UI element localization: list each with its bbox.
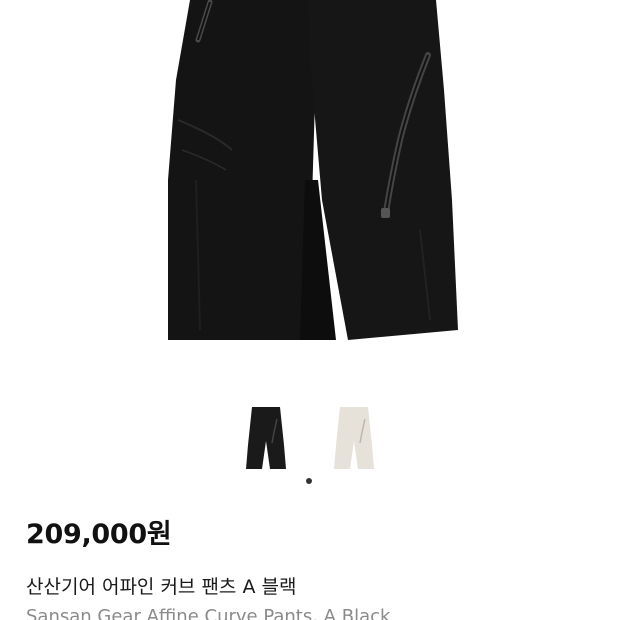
- thumbnail-ivory-image: [334, 407, 374, 469]
- indicator-dot-active[interactable]: [306, 478, 312, 484]
- product-detail-page: 209,000원 산산기어 어파인 커브 팬츠 A 블랙 Sansan Gear…: [0, 0, 620, 620]
- thumbnail-black[interactable]: [242, 405, 290, 471]
- thumbnail-ivory[interactable]: [330, 405, 378, 471]
- product-main-image[interactable]: [0, 0, 620, 380]
- thumbnail-black-image: [246, 407, 286, 469]
- product-price: 209,000원: [26, 519, 172, 550]
- thumbnail-list: [0, 405, 620, 471]
- gallery-indicator: [0, 478, 620, 486]
- product-name-english: Sansan Gear Affine Curve Pants, A Black: [26, 606, 391, 620]
- product-name-korean: 산산기어 어파인 커브 팬츠 A 블랙: [26, 576, 297, 598]
- pants-image: [168, 0, 458, 340]
